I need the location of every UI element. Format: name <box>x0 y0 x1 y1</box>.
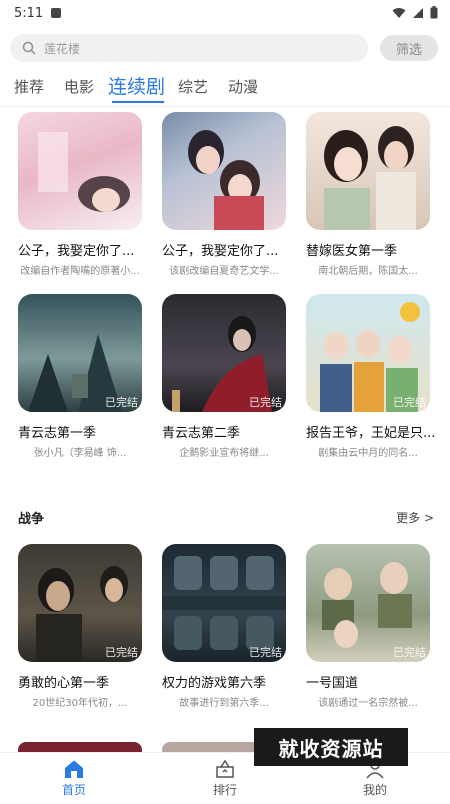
filter-button[interactable]: 筛选 <box>380 35 438 61</box>
card-title: 青云志第一季 <box>18 426 97 441</box>
poster-image <box>306 112 430 230</box>
status-badge: 已完结 <box>249 396 282 409</box>
notification-icon <box>51 8 62 18</box>
card-description: 张小凡（李易峰 饰... <box>33 448 127 459</box>
poster-image: 已完结 <box>18 544 142 662</box>
video-card[interactable]: 已完结 权力的游戏第六季 故事进行到第六季... <box>162 544 286 709</box>
card-title: 青云志第二季 <box>162 426 241 441</box>
search-icon <box>22 41 36 55</box>
ranking-icon <box>216 759 234 778</box>
card-description: 企鹅影业宣布将继... <box>179 448 269 459</box>
battery-icon <box>430 6 438 19</box>
nav-ranking[interactable]: 排行 <box>195 759 255 798</box>
card-title: 替嫁医女第一季 <box>306 244 398 259</box>
card-title: 公子，我娶定你了... <box>18 244 135 259</box>
next-row-poster <box>18 742 142 752</box>
status-bar: 5:11 <box>0 0 450 26</box>
card-title: 一号国道 <box>306 676 359 691</box>
nav-home[interactable]: 首页 <box>44 759 104 798</box>
card-description: 该剧改编自夏奇艺文学... <box>169 266 279 277</box>
more-link[interactable]: 更多 > <box>396 509 434 526</box>
card-description: 剧集由云中月的同名... <box>318 448 418 459</box>
search-input[interactable]: 莲花楼 <box>10 34 368 62</box>
card-title: 公子，我娶定你了... <box>162 244 279 259</box>
home-icon <box>65 760 83 778</box>
status-icons <box>392 6 438 19</box>
nav-home-label: 首页 <box>61 783 86 797</box>
poster-art <box>324 126 416 230</box>
poster-image: 已完结 <box>18 294 142 412</box>
active-tab-indicator <box>112 101 164 103</box>
card-description: 20世纪30年代初，... <box>32 698 128 709</box>
poster-image <box>18 112 142 230</box>
tab-movie[interactable]: 电影 <box>64 76 94 97</box>
section-title: 战争 <box>18 512 45 527</box>
poster-image: 已完结 <box>306 294 430 412</box>
nav-ranking-label: 排行 <box>212 783 237 797</box>
status-badge: 已完结 <box>249 646 282 659</box>
video-card[interactable]: 已完结 勇敢的心第一季 20世纪30年代初，... <box>18 544 142 709</box>
card-description: 该剧通过一名宗然被... <box>318 698 418 709</box>
video-card[interactable]: 公子，我娶定你了... 改编自作者陶嘴的原著小... <box>18 112 142 277</box>
status-badge: 已完结 <box>393 646 426 659</box>
poster-image: 已完结 <box>306 544 430 662</box>
video-card[interactable]: 已完结 报告王爷，王妃是只... 剧集由云中月的同名... <box>306 294 435 459</box>
status-badge: 已完结 <box>105 396 138 409</box>
tabs-divider <box>0 106 450 107</box>
tab-anime[interactable]: 动漫 <box>228 76 258 97</box>
poster-art <box>38 132 130 212</box>
nav-profile-label: 我的 <box>362 783 387 797</box>
tab-variety[interactable]: 综艺 <box>178 76 208 97</box>
video-card[interactable]: 已完结 青云志第一季 张小凡（李易峰 饰... <box>18 294 142 459</box>
status-time: 5:11 <box>14 5 44 21</box>
poster-image: 已完结 <box>162 294 286 412</box>
card-title: 勇敢的心第一季 <box>18 676 110 691</box>
poster-image: 已完结 <box>162 544 286 662</box>
tab-series[interactable]: 连续剧 <box>108 72 165 99</box>
poster-art <box>188 130 264 230</box>
video-card[interactable]: 替嫁医女第一季 南北朝后期，陈国太... <box>306 112 430 277</box>
search-placeholder: 莲花楼 <box>44 41 81 56</box>
card-title: 报告王爷，王妃是只... <box>306 426 436 441</box>
card-description: 改编自作者陶嘴的原著小... <box>20 266 140 277</box>
tab-recommend[interactable]: 推荐 <box>14 76 44 97</box>
video-card[interactable]: 已完结 一号国道 该剧通过一名宗然被... <box>306 544 430 709</box>
video-card[interactable]: 已完结 青云志第二季 企鹅影业宣布将继... <box>162 294 286 459</box>
video-card[interactable]: 公子，我娶定你了... 该剧改编自夏奇艺文学... <box>162 112 286 277</box>
watermark-logo: 就收资源站 <box>254 728 408 766</box>
wifi-icon <box>392 7 406 18</box>
card-title: 权力的游戏第六季 <box>162 676 267 691</box>
category-tabs: 推荐 电影 连续剧 综艺 动漫 <box>0 70 450 106</box>
poster-image <box>162 112 286 230</box>
status-badge: 已完结 <box>105 646 138 659</box>
card-description: 南北朝后期，陈国太... <box>318 266 418 277</box>
card-description: 故事进行到第六季... <box>179 698 269 709</box>
signal-icon <box>413 7 423 18</box>
status-badge: 已完结 <box>393 396 426 409</box>
